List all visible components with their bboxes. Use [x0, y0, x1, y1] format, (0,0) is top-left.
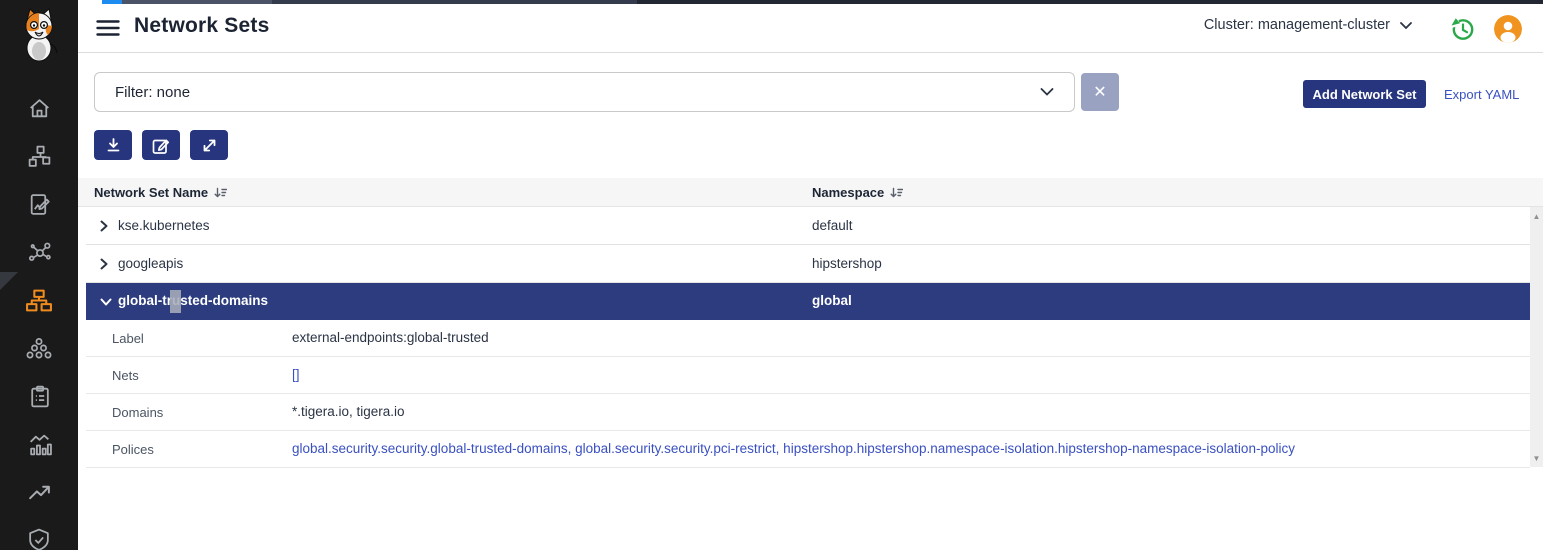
table-row-global-trusted-domains-selected[interactable]: global-trusted-domains global	[86, 283, 1530, 320]
bar-chart-icon	[27, 432, 52, 457]
network-set-name: googleapis	[118, 256, 183, 271]
sidebar-item-activity[interactable]	[0, 472, 78, 512]
column-header-namespace[interactable]: Namespace	[812, 178, 903, 207]
action-button-group	[94, 130, 228, 160]
user-avatar[interactable]	[1494, 15, 1522, 43]
clear-filter-button[interactable]: ✕	[1081, 73, 1119, 111]
cluster-selector-label: Cluster: management-cluster	[1204, 17, 1390, 33]
chevron-down-icon	[1400, 22, 1412, 29]
detail-value: external-endpoints:global-trusted	[292, 330, 489, 345]
chevron-right-icon[interactable]	[100, 258, 108, 270]
column-label: Network Set Name	[94, 185, 208, 200]
expand-icon	[200, 136, 219, 155]
sidebar-item-home[interactable]	[0, 88, 78, 128]
home-icon	[27, 96, 52, 121]
circles-cluster-icon	[26, 337, 52, 360]
chevron-down-icon[interactable]	[100, 298, 112, 306]
detail-value-link[interactable]: global.security.security.global-trusted-…	[292, 441, 1295, 456]
app-header: Network Sets Cluster: management-cluster	[78, 4, 1543, 53]
sidebar-item-threat-defense[interactable]	[0, 520, 78, 550]
page-title: Network Sets	[134, 14, 269, 38]
sidebar-item-topology[interactable]	[0, 136, 78, 176]
table-header-row: Network Set Name Namespace	[78, 178, 1543, 207]
edit-button[interactable]	[142, 130, 180, 160]
text-cursor	[170, 290, 181, 313]
network-set-name: global-trusted-domains	[118, 293, 268, 308]
topology-icon	[27, 144, 52, 169]
scroll-up-icon[interactable]: ▲	[1530, 209, 1543, 223]
sitemap-icon	[25, 288, 53, 313]
detail-label: Polices	[112, 442, 154, 457]
download-icon	[104, 136, 123, 154]
network-set-name: kse.kubernetes	[118, 218, 210, 233]
detail-label: Domains	[112, 405, 163, 420]
document-edit-icon	[27, 192, 52, 217]
detail-row-domains: Domains *.tigera.io, tigera.io	[86, 394, 1530, 431]
share-nodes-icon	[27, 240, 52, 265]
history-icon[interactable]	[1448, 15, 1476, 43]
clipboard-icon	[27, 384, 52, 409]
detail-label: Label	[112, 331, 144, 346]
sidebar-item-endpoints[interactable]	[0, 328, 78, 368]
detail-row-nets: Nets []	[86, 357, 1530, 394]
namespace-value: hipstershop	[812, 256, 882, 271]
sort-icon[interactable]	[890, 187, 903, 199]
filter-select-value: Filter: none	[115, 84, 190, 101]
close-icon: ✕	[1093, 82, 1106, 102]
sidebar-item-compliance[interactable]	[0, 376, 78, 416]
namespace-value: global	[812, 293, 852, 308]
detail-label: Nets	[112, 368, 139, 383]
column-label: Namespace	[812, 185, 884, 200]
detail-value: *.tigera.io, tigera.io	[292, 404, 405, 419]
export-yaml-link[interactable]: Export YAML	[1444, 87, 1519, 102]
network-sets-page: Network Sets Cluster: management-cluster	[0, 0, 1543, 550]
table-body: kse.kubernetes default googleapis hipste…	[86, 207, 1530, 468]
filter-select[interactable]: Filter: none	[94, 72, 1075, 112]
scroll-down-icon[interactable]: ▼	[1530, 451, 1543, 465]
chevron-down-icon	[1040, 88, 1054, 96]
shield-check-icon	[26, 527, 52, 550]
trending-up-icon	[27, 480, 52, 505]
column-header-network-set-name[interactable]: Network Set Name	[94, 178, 227, 207]
sidebar	[0, 0, 78, 550]
calico-cat-logo	[8, 4, 70, 62]
corner-notch	[0, 272, 18, 290]
sidebar-item-dashboard[interactable]	[0, 424, 78, 464]
download-button[interactable]	[94, 130, 132, 160]
edit-icon	[151, 136, 171, 155]
table-scrollbar[interactable]: ▲ ▼	[1530, 207, 1543, 467]
sidebar-item-service-graph[interactable]	[0, 232, 78, 272]
detail-value-link[interactable]: []	[292, 367, 300, 382]
table-row-googleapis[interactable]: googleapis hipstershop	[86, 245, 1530, 283]
sort-icon[interactable]	[214, 187, 227, 199]
detail-row-polices: Polices global.security.security.global-…	[86, 431, 1530, 468]
namespace-value: default	[812, 218, 853, 233]
hamburger-menu-icon[interactable]	[96, 18, 120, 38]
add-network-set-button[interactable]: Add Network Set	[1303, 80, 1426, 108]
cluster-selector[interactable]: Cluster: management-cluster	[1204, 17, 1412, 33]
detail-row-label: Label external-endpoints:global-trusted	[86, 320, 1530, 357]
expand-button[interactable]	[190, 130, 228, 160]
chevron-right-icon[interactable]	[100, 220, 108, 232]
table-row-kse-kubernetes[interactable]: kse.kubernetes default	[86, 207, 1530, 245]
sidebar-item-policies[interactable]	[0, 184, 78, 224]
